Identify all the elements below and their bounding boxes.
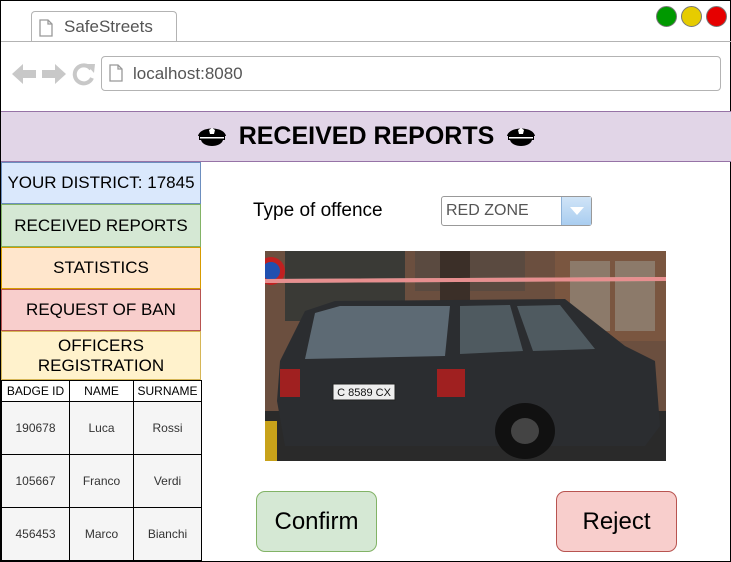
report-photo: C 8589 CX [265,251,666,461]
offence-type-label: Type of offence [253,200,383,221]
window-close-button[interactable] [706,6,727,27]
sidebar-item-statistics[interactable]: STATISTICS [1,247,201,289]
column-header-name: NAME [69,380,134,402]
table-row[interactable]: 190678 Luca Rossi [1,401,202,455]
badge-id-cell: 456453 [1,507,70,561]
address-bar[interactable]: localhost:8080 [101,56,721,91]
browser-window: SafeStreets localhost:8080 RECEIVED REPO… [0,0,731,562]
window-minimize-button[interactable] [681,6,702,27]
surname-cell: Bianchi [133,507,202,561]
page-icon [109,64,123,82]
table-row[interactable]: 105667 Franco Verdi [1,454,202,508]
district-info: YOUR DISTRICT: 17845 [1,162,201,204]
url-text: localhost:8080 [133,64,243,83]
police-cap-icon [507,127,536,146]
table-row[interactable]: 456453 Marco Bianchi [1,507,202,561]
offence-type-select[interactable]: RED ZONE [441,196,592,226]
browser-tab[interactable]: SafeStreets [31,11,177,42]
window-maximize-button[interactable] [656,6,677,27]
confirm-button[interactable]: Confirm [256,491,377,552]
table-header-row: BADGE ID NAME SURNAME [1,380,202,402]
column-header-badge-id: BADGE ID [1,380,70,402]
back-arrow-icon[interactable] [11,62,37,86]
column-header-surname: SURNAME [133,380,202,402]
document-icon [39,19,53,37]
sidebar-item-received-reports[interactable]: RECEIVED REPORTS [1,204,201,247]
page-header: RECEIVED REPORTS [1,111,731,162]
sidebar-item-officers-registration[interactable]: OFFICERS REGISTRATION [1,331,201,380]
badge-id-cell: 105667 [1,454,70,508]
tab-title: SafeStreets [64,17,153,36]
offence-type-value: RED ZONE [446,202,529,219]
police-cap-icon [197,127,226,146]
name-cell: Franco [69,454,134,508]
name-cell: Luca [69,401,134,455]
chevron-down-icon [569,207,584,215]
name-cell: Marco [69,507,134,561]
reload-icon[interactable] [72,62,96,86]
officers-table: BADGE ID NAME SURNAME 190678 Luca Rossi … [1,380,202,561]
surname-cell: Rossi [133,401,202,455]
page-title: RECEIVED REPORTS [238,122,495,150]
sidebar-item-request-of-ban[interactable]: REQUEST OF BAN [1,289,201,331]
license-plate-text: C 8589 CX [337,387,391,399]
reject-button[interactable]: Reject [556,491,677,552]
surname-cell: Verdi [133,454,202,508]
dropdown-button[interactable] [561,197,591,225]
tab-divider [1,41,731,42]
badge-id-cell: 190678 [1,401,70,455]
forward-arrow-icon[interactable] [41,62,67,86]
